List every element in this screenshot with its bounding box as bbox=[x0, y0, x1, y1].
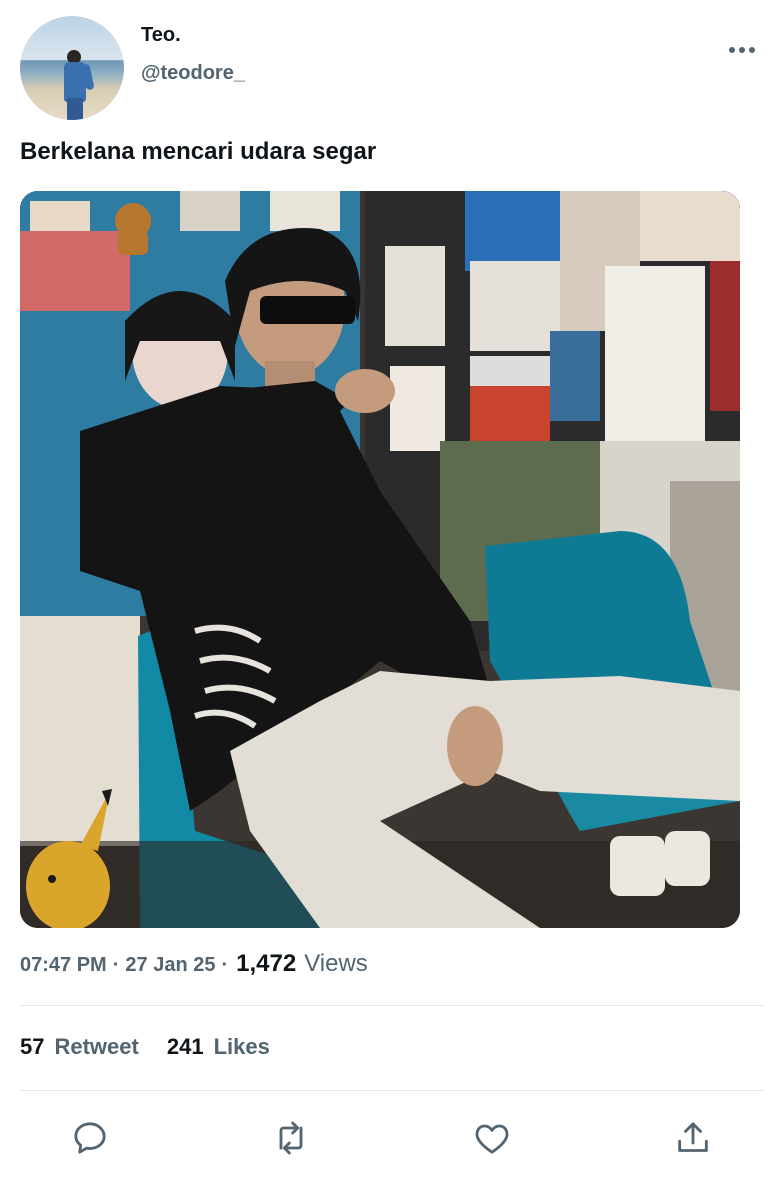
views-label: Views bbox=[304, 950, 368, 977]
views-count: 1,472 bbox=[236, 950, 297, 977]
meta-separator: · bbox=[221, 954, 229, 976]
tweet-text: Berkelana mencari udara segar bbox=[20, 138, 377, 165]
likes-label[interactable]: Likes bbox=[214, 1034, 270, 1060]
like-button[interactable] bbox=[470, 1116, 514, 1160]
tweet-media-photo[interactable] bbox=[20, 191, 740, 928]
avatar[interactable] bbox=[20, 16, 124, 120]
tweet-date[interactable]: 27 Jan 25 bbox=[125, 954, 215, 977]
display-name[interactable]: Teo. bbox=[141, 24, 181, 47]
tweet-stats: 57 Retweet 241 Likes bbox=[20, 1034, 298, 1060]
retweet-count[interactable]: 57 bbox=[20, 1034, 44, 1060]
tweet-meta: 07:47 PM · 27 Jan 25 · 1,472 Views bbox=[20, 950, 368, 978]
speech-bubble-icon bbox=[74, 1122, 106, 1154]
reply-button[interactable] bbox=[68, 1116, 112, 1160]
divider bbox=[20, 1005, 764, 1006]
more-dot bbox=[729, 47, 735, 53]
tweet-time[interactable]: 07:47 PM bbox=[20, 954, 107, 977]
meta-separator: · bbox=[112, 954, 120, 976]
heart-icon bbox=[475, 1124, 509, 1154]
more-dot bbox=[749, 47, 755, 53]
more-dot bbox=[739, 47, 745, 53]
avatar-figure-legs bbox=[67, 98, 83, 120]
retweet-label[interactable]: Retweet bbox=[54, 1034, 138, 1060]
retweet-button[interactable] bbox=[269, 1116, 313, 1160]
user-handle[interactable]: @teodore_ bbox=[141, 62, 245, 85]
likes-count[interactable]: 241 bbox=[167, 1034, 204, 1060]
more-options-icon[interactable] bbox=[722, 36, 762, 64]
share-upload-icon bbox=[678, 1122, 708, 1152]
share-button[interactable] bbox=[671, 1116, 715, 1160]
retweet-arrows-icon bbox=[279, 1121, 303, 1155]
divider bbox=[20, 1090, 764, 1091]
